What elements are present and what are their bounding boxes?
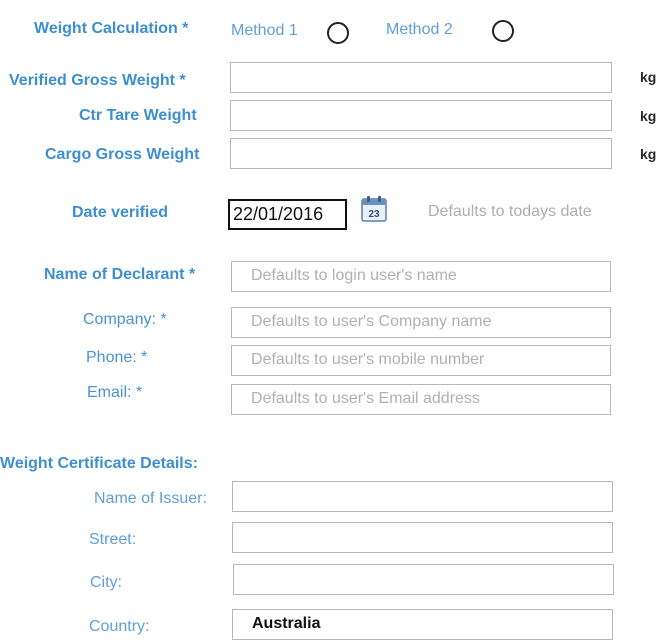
ctr-tare-weight-label: Ctr Tare Weight bbox=[79, 107, 197, 124]
weight-certificate-heading: Weight Certificate Details: bbox=[0, 455, 198, 472]
phone-label: Phone: * bbox=[86, 349, 148, 366]
verified-gross-weight-label: Verified Gross Weight * bbox=[9, 72, 186, 89]
declarant-label: Name of Declarant * bbox=[44, 266, 196, 283]
method1-radio[interactable] bbox=[327, 22, 349, 44]
declarant-input[interactable]: Defaults to login user's name bbox=[231, 261, 611, 292]
method2-label: Method 2 bbox=[386, 21, 453, 38]
cargo-gross-weight-input[interactable] bbox=[230, 138, 612, 169]
calendar-icon[interactable]: 23 bbox=[361, 196, 387, 222]
verified-gross-weight-unit: kg bbox=[640, 69, 657, 85]
weight-calculation-label: Weight Calculation * bbox=[34, 20, 189, 37]
phone-input[interactable]: Defaults to user's mobile number bbox=[231, 345, 611, 376]
company-input[interactable]: Defaults to user's Company name bbox=[231, 307, 611, 338]
calendar-day-text: 23 bbox=[368, 209, 380, 220]
cargo-gross-weight-label: Cargo Gross Weight bbox=[45, 146, 200, 163]
email-label: Email: * bbox=[87, 384, 143, 401]
issuer-input[interactable] bbox=[232, 481, 613, 512]
city-label: City: bbox=[90, 574, 122, 591]
cargo-gross-weight-unit: kg bbox=[640, 146, 657, 162]
method1-label: Method 1 bbox=[231, 22, 298, 39]
date-verified-label: Date verified bbox=[72, 204, 169, 221]
date-verified-input[interactable]: 22/01/2016 bbox=[228, 199, 347, 230]
verified-gross-weight-input[interactable] bbox=[230, 62, 612, 93]
method2-radio[interactable] bbox=[492, 20, 514, 42]
company-label: Company: * bbox=[83, 311, 167, 328]
street-label: Street: bbox=[89, 531, 137, 548]
country-label: Country: bbox=[89, 618, 150, 635]
country-input[interactable]: Australia bbox=[232, 609, 613, 640]
email-input[interactable]: Defaults to user's Email address bbox=[231, 384, 611, 415]
ctr-tare-weight-unit: kg bbox=[640, 108, 657, 124]
ctr-tare-weight-input[interactable] bbox=[230, 100, 612, 131]
issuer-label: Name of Issuer: bbox=[94, 490, 207, 507]
city-input[interactable] bbox=[233, 564, 614, 595]
street-input[interactable] bbox=[232, 522, 613, 553]
date-verified-hint: Defaults to todays date bbox=[428, 203, 592, 220]
